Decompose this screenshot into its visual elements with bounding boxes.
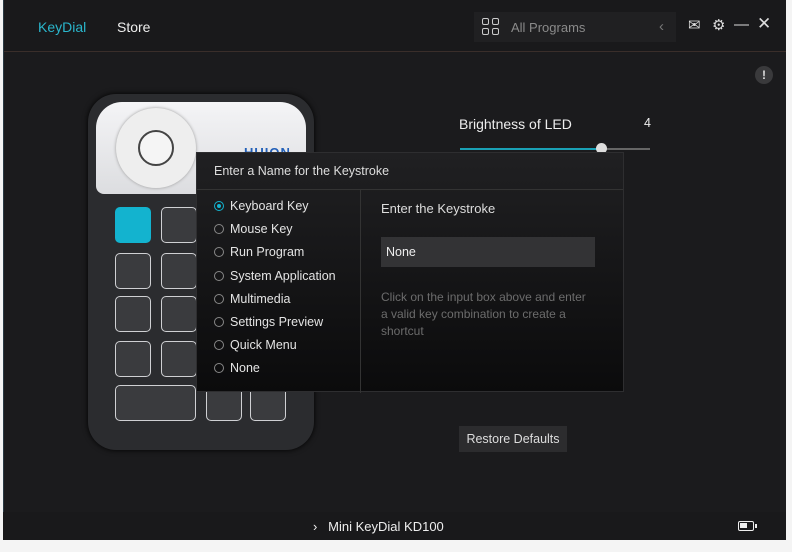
- dialog-title: Enter a Name for the Keystroke: [214, 164, 390, 178]
- program-selector[interactable]: All Programs ‹: [474, 12, 676, 42]
- device-selector[interactable]: › Mini KeyDial KD100: [313, 519, 444, 534]
- device-key-9[interactable]: [115, 385, 196, 421]
- mail-icon[interactable]: ✉: [688, 16, 701, 34]
- keystroke-input[interactable]: None: [381, 237, 595, 267]
- chevron-left-icon[interactable]: ‹: [659, 18, 664, 35]
- option-label: None: [230, 361, 260, 376]
- radio-icon[interactable]: [214, 201, 224, 211]
- option-keyboard-key[interactable]: Keyboard Key: [214, 199, 309, 213]
- radio-icon[interactable]: [214, 363, 224, 374]
- radio-icon[interactable]: [214, 270, 224, 281]
- info-icon[interactable]: !: [755, 66, 773, 84]
- device-key-2[interactable]: [161, 207, 197, 243]
- led-brightness-value: 4: [644, 116, 651, 130]
- option-mouse-key[interactable]: Mouse Key: [214, 222, 293, 236]
- device-key-6[interactable]: [161, 296, 197, 332]
- option-label: Mouse Key: [230, 222, 293, 237]
- device-key-4[interactable]: [161, 253, 197, 289]
- device-key-5[interactable]: [115, 296, 151, 332]
- apps-grid-icon: [482, 18, 499, 35]
- option-label: System Application: [230, 268, 336, 283]
- option-run-program[interactable]: Run Program: [214, 245, 304, 259]
- option-label: Keyboard Key: [230, 199, 309, 213]
- keystroke-hint: Click on the input box above and enter a…: [381, 290, 586, 338]
- radio-icon[interactable]: [214, 224, 224, 235]
- option-none[interactable]: None: [214, 361, 260, 375]
- program-selector-label: All Programs: [511, 20, 586, 35]
- radio-icon[interactable]: [214, 293, 224, 304]
- device-name: Mini KeyDial KD100: [328, 519, 444, 534]
- radio-icon[interactable]: [214, 247, 224, 258]
- radio-icon[interactable]: [214, 340, 224, 351]
- dial-button[interactable]: [116, 108, 196, 188]
- option-multimedia[interactable]: Multimedia: [214, 292, 290, 306]
- close-icon[interactable]: ✕: [757, 14, 771, 34]
- top-bar: KeyDial Store All Programs ‹ ✉ ⚙ — ✕: [4, 0, 786, 52]
- option-settings-preview[interactable]: Settings Preview: [214, 315, 323, 329]
- divider: [197, 189, 623, 190]
- battery-icon: [738, 521, 757, 531]
- device-key-3[interactable]: [115, 253, 151, 289]
- option-system-application[interactable]: System Application: [214, 269, 336, 283]
- tab-keydial[interactable]: KeyDial: [38, 19, 86, 35]
- minimize-icon[interactable]: —: [734, 16, 749, 33]
- option-label: Multimedia: [230, 291, 291, 306]
- gear-icon[interactable]: ⚙: [712, 16, 725, 34]
- tab-store[interactable]: Store: [117, 19, 150, 35]
- slider-fill: [460, 148, 601, 150]
- footer: › Mini KeyDial KD100: [3, 512, 786, 540]
- option-quick-menu[interactable]: Quick Menu: [214, 338, 297, 352]
- divider: [360, 190, 361, 393]
- radio-icon[interactable]: [214, 317, 224, 327]
- device-key-1[interactable]: [115, 207, 151, 243]
- keystroke-dialog: Enter a Name for the Keystroke Keyboard …: [196, 152, 624, 393]
- device-key-8[interactable]: [161, 341, 197, 377]
- led-brightness-label: Brightness of LED: [459, 116, 572, 132]
- keystroke-label: Enter the Keystroke: [381, 201, 496, 216]
- option-label: Run Program: [230, 245, 305, 260]
- restore-defaults-button[interactable]: Restore Defaults: [459, 426, 567, 452]
- option-label: Settings Preview: [230, 315, 324, 329]
- led-brightness-slider[interactable]: [460, 143, 650, 154]
- option-label: Quick Menu: [230, 338, 297, 353]
- device-key-7[interactable]: [115, 341, 151, 377]
